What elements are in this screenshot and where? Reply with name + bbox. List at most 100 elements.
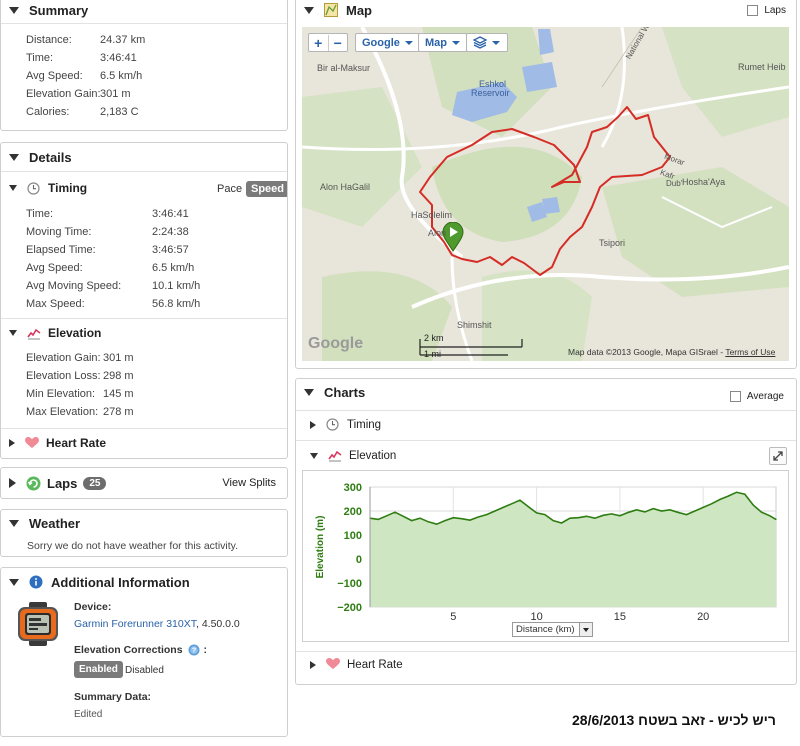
elevation-chart: 300 200 100 0 −100 −200 5 10 15 20 Elevation (m) D…	[302, 470, 789, 642]
heart-icon	[25, 436, 39, 450]
scale-km-label: 2 km	[424, 333, 444, 343]
map-place-label: Alon	[428, 228, 447, 238]
charts-heart-rate-row[interactable]: Heart Rate	[310, 658, 403, 671]
google-logo: Google	[308, 335, 364, 352]
clock-icon	[27, 181, 40, 195]
start-marker-icon[interactable]	[442, 221, 464, 255]
zoom-out-button[interactable]: −	[329, 35, 348, 51]
charts-title: Charts	[324, 384, 366, 400]
elevation-data-point	[477, 516, 479, 518]
map-place-label: Tsipori	[599, 238, 626, 248]
details-header[interactable]: Details	[1, 143, 287, 171]
elevation-data-point	[660, 510, 663, 512]
additional-info-panel: Additional Information Device: Garmin Fo…	[0, 567, 288, 737]
elevation-row: Min Elevation: 145 m	[26, 388, 134, 400]
map-attribution: Map data ©2013 Google, Mapa GISrael - Te…	[568, 347, 776, 357]
collapse-triangle-icon	[310, 452, 318, 459]
elevation-data-point	[585, 515, 588, 517]
elevation-data-point	[386, 515, 388, 517]
speed-toggle[interactable]: Speed	[246, 181, 287, 197]
y-tick-label: −200	[337, 602, 362, 614]
elevation-data-point	[427, 521, 429, 523]
additional-info-title: Additional Information	[51, 574, 190, 590]
elevation-data-point	[769, 515, 771, 517]
elevation-data-point	[594, 517, 596, 519]
timing-subheader[interactable]: Timing	[9, 181, 87, 195]
laps-checkbox[interactable]	[747, 4, 759, 16]
clock-icon	[326, 418, 339, 431]
elevation-data-point	[644, 511, 646, 513]
collapse-triangle-icon	[9, 578, 19, 586]
elevation-data-point	[685, 514, 688, 516]
caret-down-icon	[404, 40, 413, 45]
view-splits-link[interactable]: View Splits	[222, 477, 276, 489]
help-icon[interactable]: ?	[188, 644, 200, 656]
collapse-triangle-icon	[304, 388, 314, 396]
map-place-label: HaSolelim	[411, 210, 453, 220]
charts-timing-row[interactable]: Timing	[310, 418, 381, 431]
elevation-data-point	[744, 493, 746, 495]
details-title: Details	[29, 149, 72, 165]
map-place-label: Bir al-Maksur	[317, 63, 371, 73]
map-provider-dropdown[interactable]: Google	[355, 33, 420, 52]
map-header[interactable]: Map Laps	[296, 0, 796, 23]
weather-header[interactable]: Weather	[1, 510, 287, 536]
elevation-subheader[interactable]: Elevation	[9, 326, 101, 340]
expand-triangle-icon	[9, 439, 15, 447]
elevation-data-point	[727, 495, 729, 497]
expand-triangle-icon	[9, 478, 16, 488]
elevation-data-point	[760, 511, 763, 513]
disabled-toggle[interactable]: Disabled	[125, 665, 164, 676]
elevation-title: Elevation	[48, 326, 102, 340]
elevation-icon	[27, 327, 41, 340]
zoom-in-button[interactable]: +	[309, 34, 329, 51]
map-canvas[interactable]: + − Google Map Bir al-Maksur Eshkol Rese…	[302, 27, 789, 361]
map-type-dropdown[interactable]: Map	[418, 33, 467, 52]
terms-of-use-link[interactable]: Terms of Use	[725, 347, 775, 357]
map-layers-dropdown[interactable]	[466, 33, 508, 52]
expand-chart-button[interactable]	[769, 447, 787, 465]
timing-row: Time: 3:46:41	[26, 208, 189, 220]
weather-panel: Weather Sorry we do not have weather for…	[0, 509, 288, 557]
summary-row: Calories: 2,183 C	[26, 106, 139, 118]
elevation-data-point	[377, 518, 379, 520]
elevation-data-point	[710, 503, 713, 505]
additional-info-header[interactable]: Additional Information	[1, 568, 287, 596]
x-tick-label: 15	[614, 611, 626, 623]
average-checkbox[interactable]	[729, 391, 741, 402]
summary-header[interactable]: Summary	[1, 0, 287, 23]
average-checkbox-wrap: Average	[729, 391, 784, 402]
elevation-data-point	[775, 518, 777, 520]
info-icon	[29, 575, 43, 589]
heart-rate-title: Heart Rate	[46, 436, 107, 450]
enabled-toggle[interactable]: Enabled	[74, 661, 123, 678]
scale-mi-label: 1 mi	[424, 349, 442, 359]
collapse-triangle-icon	[9, 185, 17, 191]
charts-elevation-row[interactable]: Elevation	[310, 449, 396, 462]
collapse-triangle-icon	[9, 330, 17, 336]
x-tick-label: 20	[697, 611, 709, 623]
y-tick-label: 0	[356, 554, 362, 566]
y-tick-label: −100	[337, 578, 362, 590]
device-label: Device:	[74, 601, 112, 613]
charts-header[interactable]: Charts Average	[296, 379, 796, 405]
laps-header[interactable]: Laps 25 View Splits	[1, 468, 287, 498]
svg-text:?: ?	[191, 648, 195, 655]
map-place-label: Shimshit	[457, 320, 492, 330]
y-tick-label: 100	[344, 530, 362, 542]
map-place-label: Alon HaGalil	[320, 182, 371, 192]
charts-heart-rate-label: Heart Rate	[347, 658, 403, 671]
weather-title: Weather	[29, 515, 81, 531]
device-name-link[interactable]: Garmin Forerunner 310XT	[74, 618, 196, 630]
x-axis-select[interactable]: Distance (km)	[512, 622, 593, 637]
elevation-data-point	[544, 514, 546, 516]
laps-title: Laps	[47, 475, 78, 491]
elevation-data-point	[527, 506, 529, 508]
caret-down-icon	[452, 40, 460, 45]
elevation-data-point	[535, 512, 538, 514]
y-axis-label: Elevation (m)	[315, 516, 326, 579]
elevation-data-point	[702, 506, 704, 508]
elevation-data-point	[502, 506, 504, 508]
heart-rate-subheader[interactable]: Heart Rate	[9, 436, 106, 450]
pace-toggle[interactable]: Pace	[217, 183, 242, 195]
